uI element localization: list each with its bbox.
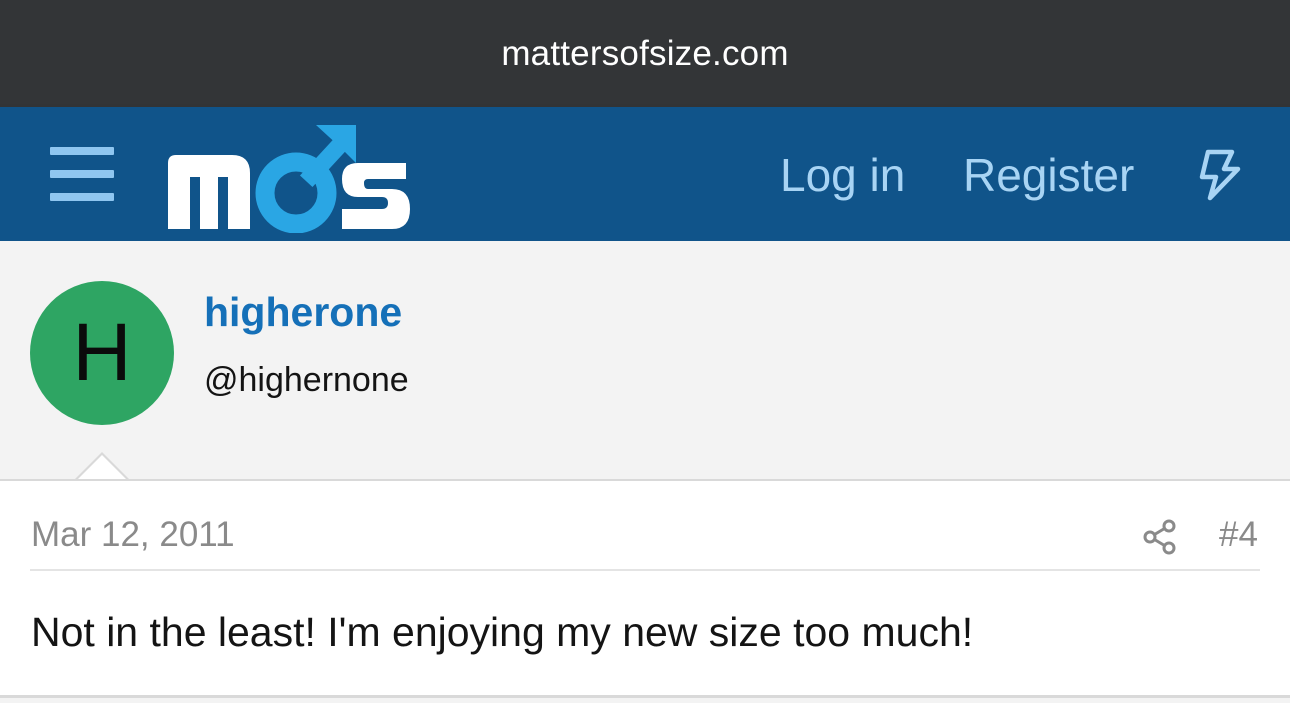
bolt-icon[interactable] <box>1196 149 1242 201</box>
post-author-block: H higherone @highernone <box>0 241 1290 481</box>
post-card: Mar 12, 2011 #4 Not in the least! I'm en… <box>0 479 1290 698</box>
hamburger-menu-icon[interactable] <box>50 147 116 202</box>
post-pointer-arrow-fill <box>76 455 128 481</box>
post-number-link[interactable]: #4 <box>1219 515 1258 555</box>
site-logo[interactable] <box>166 117 412 233</box>
post-date[interactable]: Mar 12, 2011 <box>31 515 235 555</box>
avatar-letter: H <box>72 307 132 398</box>
login-link[interactable]: Log in <box>780 147 905 203</box>
avatar[interactable]: H <box>30 281 174 425</box>
site-header: Log in Register <box>0 107 1290 241</box>
post-divider <box>30 569 1260 571</box>
post-body: Not in the least! I'm enjoying my new si… <box>31 609 974 655</box>
browser-url-bar[interactable]: mattersofsize.com <box>0 0 1290 107</box>
author-handle: @highernone <box>204 361 409 399</box>
author-username[interactable]: higherone <box>204 289 402 336</box>
share-icon[interactable] <box>1142 519 1178 555</box>
url-text: mattersofsize.com <box>501 33 789 73</box>
register-link[interactable]: Register <box>963 147 1134 203</box>
